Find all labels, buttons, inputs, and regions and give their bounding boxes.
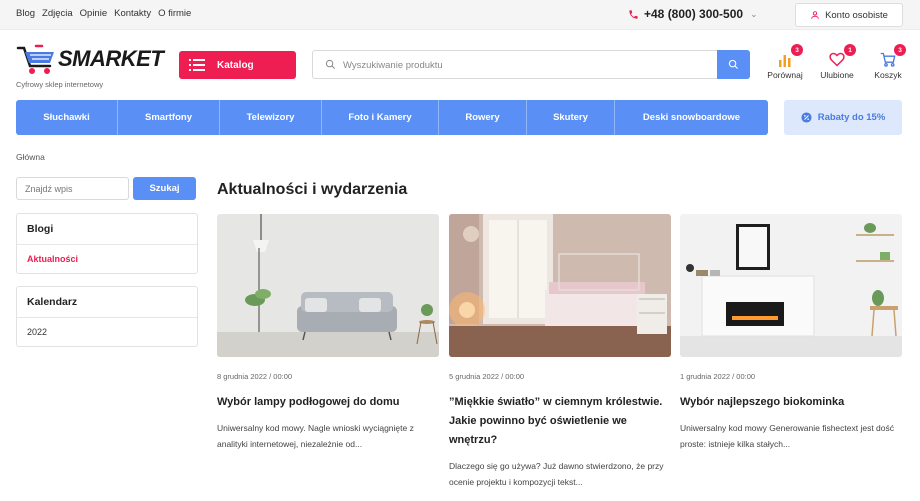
post-search-button[interactable]: Szukaj bbox=[133, 177, 196, 200]
catalog-label: Katalog bbox=[217, 59, 254, 71]
phone-number: +48 (800) 300-500 bbox=[644, 7, 744, 21]
category-smartphones[interactable]: Smartfony bbox=[118, 100, 220, 135]
post-excerpt: Uniwersalny kod mowy. Nagle wnioski wyci… bbox=[217, 423, 414, 449]
cart-label: Koszyk bbox=[874, 70, 902, 80]
post-search-field bbox=[16, 177, 129, 200]
post-card: 8 grudnia 2022 / 00:00 Wybór lampy podło… bbox=[217, 214, 439, 452]
search-bar bbox=[312, 50, 750, 79]
page-title: Aktualności i wydarzenia bbox=[217, 181, 408, 198]
favorites-link[interactable]: 1 Ulubione bbox=[816, 44, 858, 80]
favorites-label: Ulubione bbox=[820, 70, 854, 80]
post-card: 1 grudnia 2022 / 00:00 Wybór najlepszego… bbox=[680, 214, 902, 452]
top-bar: Blog Zdjęcia Opinie Kontakty O firmie +4… bbox=[0, 0, 920, 30]
compare-badge: 3 bbox=[791, 44, 803, 56]
compare-link[interactable]: 3 Porównaj bbox=[765, 44, 805, 80]
top-link-contacts[interactable]: Kontakty bbox=[114, 8, 151, 19]
chevron-down-icon: ⌄ bbox=[750, 8, 758, 19]
discount-label: Rabaty do 15% bbox=[817, 112, 886, 123]
top-link-blog[interactable]: Blog bbox=[16, 8, 35, 19]
calendar-box: Kalendarz 2022 bbox=[16, 286, 198, 347]
category-bikes[interactable]: Rowery bbox=[439, 100, 527, 135]
cart-logo-icon bbox=[16, 44, 54, 74]
favorites-badge: 1 bbox=[844, 44, 856, 56]
blogs-title: Blogi bbox=[17, 214, 197, 245]
post-date: 1 grudnia 2022 / 00:00 bbox=[680, 372, 756, 381]
post-image-living-room[interactable] bbox=[217, 214, 439, 357]
category-tvs[interactable]: Telewizory bbox=[220, 100, 322, 135]
logo-text: SMARKET bbox=[58, 46, 164, 71]
category-headphones[interactable]: Słuchawki bbox=[16, 100, 118, 135]
post-title[interactable]: Wybór najlepszego biokominka bbox=[680, 393, 902, 412]
search-icon bbox=[325, 59, 335, 69]
search-button[interactable] bbox=[717, 50, 750, 79]
logo-subtitle: Cyfrowy sklep internetowy bbox=[16, 80, 104, 89]
top-links: Blog Zdjęcia Opinie Kontakty O firmie bbox=[16, 8, 191, 19]
top-link-photos[interactable]: Zdjęcia bbox=[42, 8, 73, 19]
calendar-title: Kalendarz bbox=[17, 287, 197, 318]
user-icon bbox=[811, 11, 819, 19]
account-label: Konto osobiste bbox=[825, 9, 888, 21]
top-link-about[interactable]: O firmie bbox=[158, 8, 191, 19]
post-title[interactable]: Wybór lampy podłogowej do domu bbox=[217, 393, 439, 412]
breadcrumb[interactable]: Główna bbox=[16, 152, 45, 162]
post-excerpt: Uniwersalny kod mowy Generowanie fishect… bbox=[680, 423, 895, 449]
cart-badge: 3 bbox=[894, 44, 906, 56]
phone-dropdown[interactable]: +48 (800) 300-500 ⌄ bbox=[628, 7, 758, 21]
post-excerpt: Dlaczego się go używa? Już dawno stwierd… bbox=[449, 461, 664, 487]
post-image-bedroom[interactable] bbox=[449, 214, 671, 357]
post-title[interactable]: ”Miękkie światło” w ciemnym królestwie. … bbox=[449, 393, 671, 450]
post-image-fireplace[interactable] bbox=[680, 214, 902, 357]
catalog-button[interactable]: Katalog bbox=[179, 51, 296, 79]
category-photo-cameras[interactable]: Foto i Kamery bbox=[322, 100, 439, 135]
discount-button[interactable]: Rabaty do 15% bbox=[784, 100, 902, 135]
category-snowboards[interactable]: Deski snowboardowe bbox=[615, 100, 768, 135]
post-date: 8 grudnia 2022 / 00:00 bbox=[217, 372, 293, 381]
discount-icon bbox=[801, 112, 812, 123]
category-scooters[interactable]: Skutery bbox=[527, 100, 615, 135]
search-input[interactable] bbox=[343, 57, 713, 73]
blogs-box: Blogi Aktualności bbox=[16, 213, 198, 274]
category-nav: Słuchawki Smartfony Telewizory Foto i Ka… bbox=[16, 100, 768, 135]
logo[interactable]: SMARKET Cyfrowy sklep internetowy bbox=[16, 42, 176, 90]
blog-item-news[interactable]: Aktualności bbox=[17, 245, 197, 273]
calendar-item-2022[interactable]: 2022 bbox=[17, 318, 197, 346]
cart-icon bbox=[880, 52, 896, 67]
search-icon bbox=[728, 59, 739, 70]
post-card: 5 grudnia 2022 / 00:00 ”Miękkie światło”… bbox=[449, 214, 671, 490]
heart-icon bbox=[829, 52, 845, 67]
top-link-reviews[interactable]: Opinie bbox=[80, 8, 107, 19]
post-search-input[interactable] bbox=[17, 178, 128, 199]
account-button[interactable]: Konto osobiste bbox=[795, 3, 903, 27]
compare-label: Porównaj bbox=[767, 70, 803, 80]
cart-link[interactable]: 3 Koszyk bbox=[868, 44, 908, 80]
phone-icon bbox=[629, 9, 638, 19]
menu-icon bbox=[189, 59, 205, 71]
compare-icon bbox=[779, 55, 791, 67]
post-date: 5 grudnia 2022 / 00:00 bbox=[449, 372, 525, 381]
